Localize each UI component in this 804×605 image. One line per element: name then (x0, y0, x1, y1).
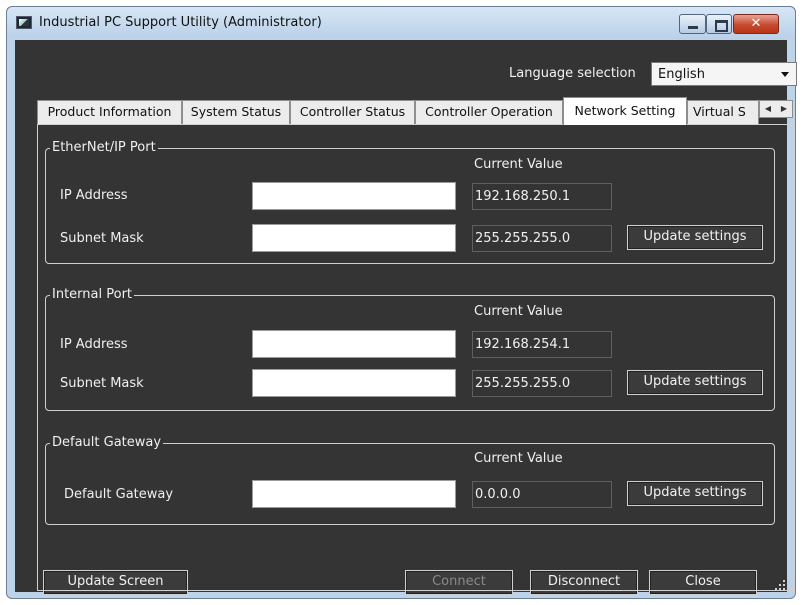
maximize-icon (715, 20, 728, 32)
close-window-button[interactable]: ✕ (733, 14, 779, 34)
client-area: Language selection English Product Infor… (15, 40, 797, 595)
minimize-button[interactable] (679, 14, 706, 34)
tab-panel-network-setting (37, 124, 795, 591)
tab-controller-operation[interactable]: Controller Operation (415, 100, 563, 124)
title-bar[interactable]: Industrial PC Support Utility (Administr… (7, 7, 795, 39)
tab-scroll-left-icon[interactable]: ◀ (760, 101, 776, 117)
app-window: Industrial PC Support Utility (Administr… (6, 6, 797, 599)
app-icon (16, 16, 32, 29)
tab-controller-status[interactable]: Controller Status (290, 100, 415, 124)
tab-product-information[interactable]: Product Information (37, 100, 182, 124)
window-title: Industrial PC Support Utility (Administr… (39, 15, 322, 30)
language-label: Language selection (509, 66, 636, 81)
close-icon: ✕ (750, 16, 762, 31)
tab-virtual[interactable]: Virtual S (687, 100, 759, 124)
language-select[interactable]: English (651, 62, 797, 86)
tab-scroll-buttons: ◀ ▶ (759, 100, 793, 118)
tab-system-status[interactable]: System Status (182, 100, 290, 124)
tab-network-setting[interactable]: Network Setting (563, 97, 687, 125)
chevron-down-icon (781, 72, 789, 77)
minimize-icon (688, 26, 698, 29)
tab-scroll-right-icon[interactable]: ▶ (776, 101, 792, 117)
language-value: English (658, 67, 705, 82)
maximize-button[interactable] (706, 14, 732, 34)
